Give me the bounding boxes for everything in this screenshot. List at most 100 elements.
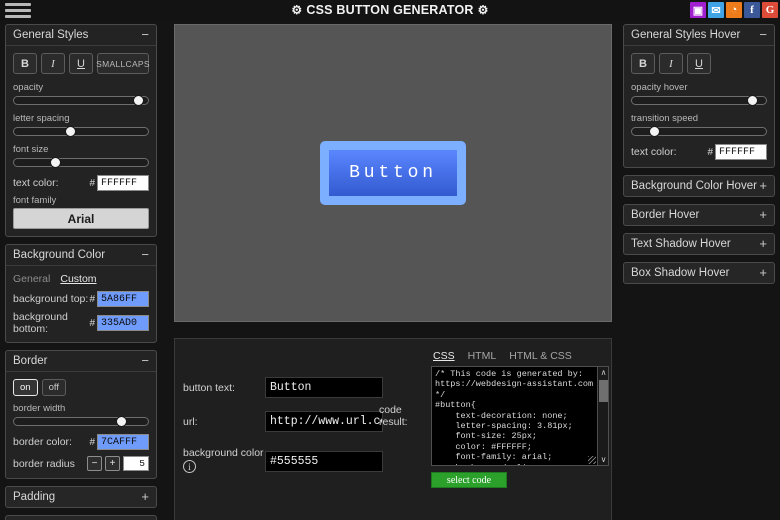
panel-general-styles: General Styles − B I U SMALLCAPS opacity…	[5, 24, 157, 237]
border-radius-value[interactable]: 5	[123, 456, 149, 471]
panel-title: Border Hover	[631, 209, 700, 221]
info-icon[interactable]: i	[183, 460, 196, 473]
panel-box-shadow-hover[interactable]: Box Shadow Hover +	[623, 262, 775, 284]
gear-icon: ⚙	[477, 3, 489, 17]
transition-speed-slider[interactable]	[631, 126, 767, 137]
text-color-row: text color: # FFFFFF	[13, 175, 149, 191]
googleplus-icon[interactable]: G	[762, 2, 778, 18]
font-family-select[interactable]: Arial	[13, 208, 149, 229]
panel-box-shadow-hover-header[interactable]: Box Shadow Hover +	[624, 263, 774, 283]
tab-custom[interactable]: Custom	[60, 273, 96, 285]
panel-border-hover[interactable]: Border Hover +	[623, 204, 775, 226]
border-radius-decrement-button[interactable]: −	[87, 456, 102, 471]
panel-general-styles-hover-header[interactable]: General Styles Hover −	[624, 25, 774, 46]
text-color-input[interactable]: FFFFFF	[97, 175, 149, 191]
smallcaps-button[interactable]: SMALLCAPS	[96, 53, 150, 74]
hash-symbol: #	[89, 436, 95, 448]
background-color-label: background color	[183, 447, 264, 459]
border-on-button[interactable]: on	[13, 379, 38, 396]
hash-symbol: #	[707, 146, 713, 158]
border-toggle-group: on off	[13, 379, 149, 396]
preview-button[interactable]: Button	[320, 141, 466, 205]
panel-border-header[interactable]: Border −	[6, 351, 156, 372]
panel-background-color-hover-header[interactable]: Background Color Hover +	[624, 176, 774, 196]
plus-icon[interactable]: +	[759, 266, 767, 279]
panel-background-color-header[interactable]: Background Color −	[6, 245, 156, 266]
plus-icon[interactable]: +	[759, 237, 767, 250]
panel-text-shadow[interactable]: Text Shadow+	[5, 515, 157, 520]
border-off-button[interactable]: off	[41, 379, 66, 396]
italic-button[interactable]: I	[41, 53, 65, 74]
tab-html-css[interactable]: HTML & CSS	[509, 350, 572, 362]
background-bottom-row: background bottom: # 335AD0	[13, 311, 149, 335]
url-label: url:	[183, 415, 198, 428]
background-bottom-input[interactable]: 335AD0	[97, 315, 149, 331]
letter-spacing-slider[interactable]	[13, 126, 149, 137]
facebook-icon[interactable]: f	[744, 2, 760, 18]
border-width-slider[interactable]	[13, 416, 149, 427]
tab-css[interactable]: CSS	[433, 350, 455, 362]
button-text-input[interactable]: Button	[265, 377, 383, 398]
panel-border: Border − on off border width border colo…	[5, 350, 157, 479]
hover-text-style-buttons: B I U	[631, 53, 767, 74]
background-color-input[interactable]: #555555	[265, 451, 383, 472]
border-radius-row: border radius − + 5	[13, 456, 149, 471]
minus-icon[interactable]: −	[141, 28, 149, 41]
background-color-row: background color i #555555	[183, 447, 383, 473]
url-row: url: http://www.url.com	[183, 411, 383, 432]
plus-icon[interactable]: +	[141, 490, 149, 503]
panel-text-shadow-hover-header[interactable]: Text Shadow Hover +	[624, 234, 774, 254]
hover-italic-button[interactable]: I	[659, 53, 683, 74]
slider-knob[interactable]	[64, 126, 76, 137]
hover-text-color-input[interactable]: FFFFFF	[715, 144, 767, 160]
tab-html[interactable]: HTML	[468, 350, 497, 362]
twitter-icon[interactable]: ✉	[708, 2, 724, 18]
panel-padding[interactable]: Padding +	[5, 486, 157, 508]
panel-general-styles-header[interactable]: General Styles −	[6, 25, 156, 46]
hover-text-color-label: text color:	[631, 146, 677, 158]
code-scrollbar[interactable]: ∧ ∨	[597, 367, 608, 465]
slider-knob[interactable]	[49, 157, 61, 168]
scrollbar-thumb[interactable]	[599, 380, 608, 402]
scroll-down-icon[interactable]: ∨	[598, 454, 608, 465]
rss-icon[interactable]: ◔	[726, 2, 742, 18]
minus-icon[interactable]: −	[141, 248, 149, 261]
border-width-label: border width	[13, 403, 66, 414]
slider-knob[interactable]	[648, 126, 660, 137]
resize-grip-icon[interactable]	[588, 456, 596, 464]
hover-bold-button[interactable]: B	[631, 53, 655, 74]
panel-text-shadow-header[interactable]: Text Shadow+	[6, 516, 156, 520]
url-input[interactable]: http://www.url.com	[265, 411, 383, 432]
code-output-box[interactable]: /* This code is generated by: https://we…	[431, 366, 609, 466]
border-color-input[interactable]: 7CAFFF	[97, 434, 149, 450]
panel-border-hover-header[interactable]: Border Hover +	[624, 205, 774, 225]
slider-knob[interactable]	[746, 95, 758, 106]
font-size-slider[interactable]	[13, 157, 149, 168]
background-top-label: background top:	[13, 293, 89, 305]
minus-icon[interactable]: −	[141, 354, 149, 367]
background-top-input[interactable]: 5A86FF	[97, 291, 149, 307]
opacity-slider[interactable]	[13, 95, 149, 106]
bold-button[interactable]: B	[13, 53, 37, 74]
plus-icon[interactable]: +	[759, 208, 767, 221]
slider-knob[interactable]	[132, 95, 144, 106]
minus-icon[interactable]: −	[759, 28, 767, 41]
panel-background-color-hover[interactable]: Background Color Hover +	[623, 175, 775, 197]
opacity-hover-slider[interactable]	[631, 95, 767, 106]
border-radius-increment-button[interactable]: +	[105, 456, 120, 471]
tab-general[interactable]: General	[13, 273, 50, 285]
panel-text-shadow-hover[interactable]: Text Shadow Hover +	[623, 233, 775, 255]
slider-track	[13, 127, 149, 136]
select-code-button[interactable]: select code	[431, 472, 507, 488]
panel-padding-header[interactable]: Padding +	[6, 487, 156, 507]
hover-underline-button[interactable]: U	[687, 53, 711, 74]
panel-general-styles-hover: General Styles Hover − B I U opacity hov…	[623, 24, 775, 168]
instagram-icon[interactable]: ▣	[690, 2, 706, 18]
hash-symbol: #	[89, 293, 95, 305]
button-text-row: button text: Button	[183, 377, 383, 398]
plus-icon[interactable]: +	[759, 179, 767, 192]
font-family-label: font family	[13, 195, 57, 206]
scroll-up-icon[interactable]: ∧	[598, 367, 608, 378]
letter-spacing-label: letter spacing	[13, 113, 70, 124]
underline-button[interactable]: U	[69, 53, 93, 74]
